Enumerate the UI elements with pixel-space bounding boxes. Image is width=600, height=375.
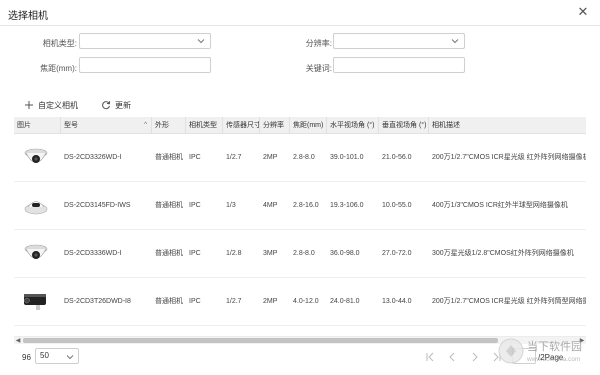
cell-model: DS-2CD3336WD-I [64,250,122,257]
focal-length-input[interactable] [79,57,211,73]
keyword-label: 关键词: [305,64,332,73]
cell-form: 普通相机 [155,298,183,305]
camera-type-select[interactable] [79,33,211,49]
cell-resolution: 2MP [263,298,278,305]
cell-resolution: 3MP [263,250,278,257]
dialog-title: 选择相机 [8,11,48,22]
prev-page-icon[interactable] [446,351,458,363]
col-hfov[interactable]: 水平视场角 (°) [327,117,379,134]
scrollbar-thumb[interactable] [23,338,498,343]
refresh-label: 更新 [115,100,131,110]
resolution-select[interactable] [333,33,465,49]
cell-vfov: 27.0-72.0 [382,250,412,257]
col-camera-type[interactable]: 相机类型 [186,117,223,134]
camera-type-label: 相机类型: [42,39,77,48]
cell-vfov: 10.0-55.0 [382,202,412,209]
dialog-title-bar: 选择相机 ✕ [0,0,600,26]
cell-vfov: 13.0-44.0 [382,298,412,305]
watermark-text-bottom: www.downxia.com [526,356,580,363]
cell-hfov: 19.3-106.0 [330,202,364,209]
camera-thumbnail [22,240,50,266]
custom-camera-label: 自定义相机 [38,100,78,110]
keyword-input[interactable] [333,57,465,73]
col-resolution[interactable]: 分辨率 [260,117,290,134]
cell-description: 200万1/2.7"CMOS ICR星光级 红外阵列筒型网络摄像机 [432,298,586,305]
chevron-down-icon [451,36,459,46]
table-row[interactable]: DS-2CD3T26DWD-I8 普通相机 IPC 1/2.7 2MP 4.0-12.0 2… [14,278,586,326]
cell-model: DS-2CD3145FD-IWS [64,202,131,209]
refresh-button[interactable]: 更新 [101,98,131,112]
total-count: 96 [22,353,31,362]
chevron-down-icon [197,36,205,46]
cell-description: 200万1/2.7"CMOS ICR星光级 红外阵列网络摄像机 [432,154,586,161]
select-camera-dialog: 选择相机 ✕ 相机类型: 分辨率: 焦距(mm): 关键词: 自定义相机 更新 … [0,0,600,375]
col-focal-length[interactable]: 焦距(mm) [290,117,327,134]
col-image[interactable]: 图片 [14,117,61,134]
cell-camera-type: IPC [189,250,201,257]
watermark-text-top: 当下软件园 [527,339,582,353]
cell-description: 300万星光级1/2.8"CMOS红外阵列网络摄像机 [432,250,574,257]
cell-description: 400万1/3"CMOS ICR红外半球型网络摄像机 [432,202,568,209]
cell-model: DS-2CD3326WD-I [64,154,122,161]
first-page-icon[interactable] [424,351,436,363]
cell-resolution: 2MP [263,154,278,161]
plus-icon [24,100,34,110]
next-page-icon[interactable] [469,351,481,363]
cell-resolution: 4MP [263,202,278,209]
cell-sensor-size: 1/3 [226,202,236,209]
table-row[interactable]: DS-2CD3145FD-IWS 普通相机 IPC 1/3 4MP 2.8-16.0 19.… [14,182,586,230]
cell-hfov: 39.0-101.0 [330,154,364,161]
cell-camera-type: IPC [189,202,201,209]
page-size-select[interactable]: 50 [35,348,79,364]
cell-form: 普通相机 [155,154,183,161]
cell-sensor-size: 1/2.8 [226,250,242,257]
cell-focal-length: 4.0-12.0 [293,298,319,305]
cell-sensor-size: 1/2.7 [226,298,242,305]
col-description[interactable]: 相机描述 [429,117,586,134]
table-body: DS-2CD3326WD-I 普通相机 IPC 1/2.7 2MP 2.8-8.0 39.0… [14,134,586,330]
page-size-value: 50 [40,351,49,360]
cell-camera-type: IPC [189,298,201,305]
close-icon[interactable]: ✕ [576,5,590,19]
focal-length-label: 焦距(mm): [40,64,77,73]
cell-focal-length: 2.8-8.0 [293,154,315,161]
cell-hfov: 36.0-98.0 [330,250,360,257]
cell-focal-length: 2.8-16.0 [293,202,319,209]
table-row[interactable]: DS-2CD3336WD-I 普通相机 IPC 1/2.8 3MP 2.8-8.0 36.0… [14,230,586,278]
cell-form: 普通相机 [155,250,183,257]
cell-hfov: 24.0-81.0 [330,298,360,305]
sort-asc-icon[interactable]: ^ [144,117,147,134]
cell-model: DS-2CD3T26DWD-I8 [64,298,131,305]
camera-thumbnail [22,144,50,170]
cell-sensor-size: 1/2.7 [226,154,242,161]
cell-focal-length: 2.8-8.0 [293,250,315,257]
scroll-left-icon[interactable]: ◀ [14,337,22,345]
custom-camera-button[interactable]: 自定义相机 [24,98,78,112]
col-model[interactable]: 型号 ^ [61,117,152,134]
cell-camera-type: IPC [189,154,201,161]
camera-thumbnail [22,192,50,218]
watermark-logo-icon: 当下软件园 www.downxia.com [498,338,582,364]
watermark: 当下软件园 www.downxia.com [497,334,597,368]
refresh-icon [101,100,111,110]
table-header: 图片 型号 ^ 外形 相机类型 传感器尺寸 分辨率 焦距(mm) 水平视场角 (… [14,117,586,134]
col-form[interactable]: 外形 [152,117,186,134]
chevron-down-icon [66,352,74,360]
cell-vfov: 21.0-56.0 [382,154,412,161]
camera-thumbnail [22,288,50,314]
col-vfov[interactable]: 垂直视场角 (°) [379,117,429,134]
table-row[interactable]: DS-2CD3326WD-I 普通相机 IPC 1/2.7 2MP 2.8-8.0 39.0… [14,134,586,182]
resolution-label: 分辨率: [305,39,332,48]
col-sensor-size[interactable]: 传感器尺寸 [223,117,260,134]
cell-form: 普通相机 [155,202,183,209]
